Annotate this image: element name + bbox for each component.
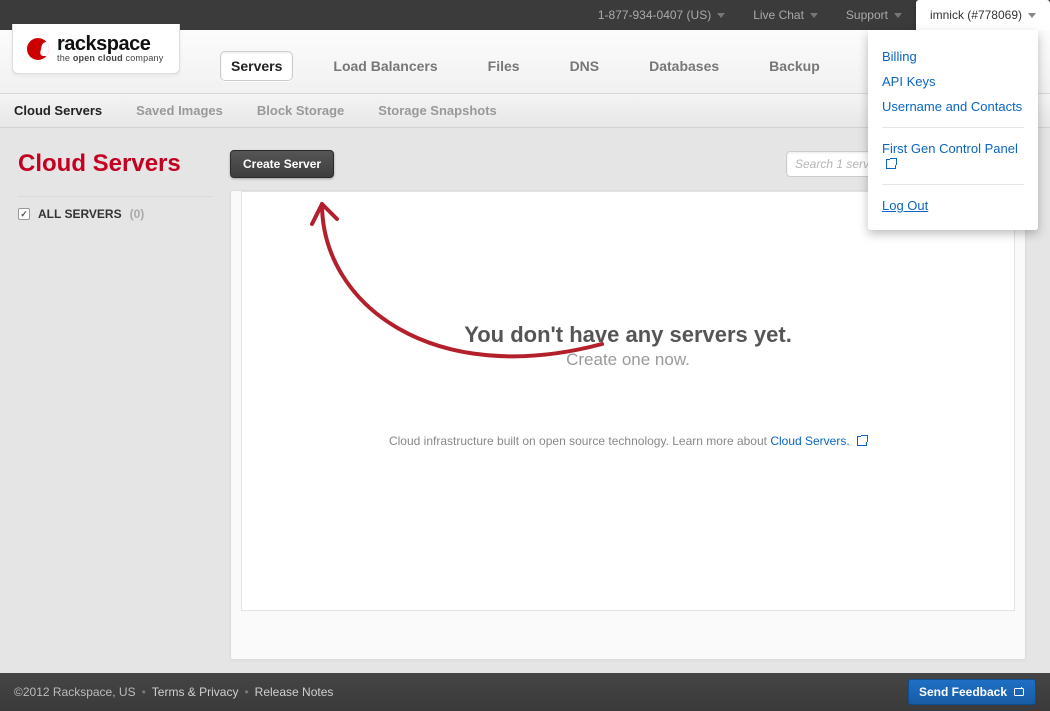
empty-subline: Create one now.: [242, 350, 1014, 370]
brand-tagline: the open cloud company: [57, 54, 163, 63]
user-text: imnick (#778069): [930, 8, 1022, 22]
external-link-icon: [886, 159, 896, 169]
footer-terms-link[interactable]: Terms & Privacy: [152, 685, 239, 699]
menu-item-log-out[interactable]: Log Out: [882, 193, 1024, 218]
subtab-storage-snapshots[interactable]: Storage Snapshots: [378, 103, 496, 118]
sidebar-section: ALL SERVERS (0): [18, 196, 212, 221]
tag-bold: open cloud: [73, 53, 123, 63]
footer-left: ©2012 Rackspace, US • Terms & Privacy • …: [14, 685, 333, 699]
tab-servers[interactable]: Servers: [220, 51, 293, 81]
first-gen-label: First Gen Control Panel: [882, 141, 1018, 156]
tag-prefix: the: [57, 53, 73, 63]
external-link-icon: [857, 436, 867, 446]
feedback-icon: [1013, 686, 1025, 698]
live-chat-text: Live Chat: [753, 8, 804, 22]
tab-files[interactable]: Files: [478, 52, 530, 80]
cloud-servers-link-label: Cloud Servers.: [770, 434, 849, 448]
topbar-user-menu-trigger[interactable]: imnick (#778069): [916, 0, 1050, 30]
tab-load-balancers[interactable]: Load Balancers: [323, 52, 447, 80]
subtab-block-storage[interactable]: Block Storage: [257, 103, 344, 118]
footer-release-notes-link[interactable]: Release Notes: [255, 685, 334, 699]
page-title: Cloud Servers: [18, 150, 212, 178]
checkmark-icon: [18, 208, 30, 220]
user-dropdown-menu: Billing API Keys Username and Contacts F…: [868, 30, 1038, 230]
brand-name: rackspace: [57, 34, 163, 54]
topbar-support[interactable]: Support: [832, 0, 916, 30]
all-servers-label: ALL SERVERS: [38, 207, 122, 221]
menu-item-first-gen[interactable]: First Gen Control Panel: [882, 136, 1024, 176]
menu-item-billing[interactable]: Billing: [882, 44, 1024, 69]
main-tabs: Servers Load Balancers Files DNS Databas…: [220, 51, 830, 93]
topbar-live-chat[interactable]: Live Chat: [739, 0, 832, 30]
logo-text: rackspace the open cloud company: [57, 34, 163, 63]
logo[interactable]: rackspace the open cloud company: [12, 24, 180, 74]
arrow-illustration: [282, 191, 622, 414]
empty-foot-text: Cloud infrastructure built on open sourc…: [389, 434, 770, 448]
menu-item-api-keys[interactable]: API Keys: [882, 69, 1024, 94]
create-server-button[interactable]: Create Server: [230, 150, 334, 178]
sidebar: Cloud Servers ALL SERVERS (0): [0, 128, 230, 673]
tag-suffix: company: [123, 53, 164, 63]
menu-separator: [882, 127, 1024, 128]
empty-state-canvas: You don't have any servers yet. Create o…: [241, 191, 1015, 611]
empty-headline: You don't have any servers yet.: [242, 322, 1014, 348]
chevron-down-icon: [717, 13, 725, 18]
tab-databases[interactable]: Databases: [639, 52, 729, 80]
subtab-cloud-servers[interactable]: Cloud Servers: [14, 103, 102, 118]
support-text: Support: [846, 8, 888, 22]
footer-copyright: ©2012 Rackspace, US: [14, 685, 136, 699]
bullet-icon: •: [142, 685, 146, 699]
sidebar-all-servers[interactable]: ALL SERVERS (0): [18, 207, 212, 221]
menu-separator: [882, 184, 1024, 185]
cloud-servers-link[interactable]: Cloud Servers.: [770, 434, 853, 448]
tab-dns[interactable]: DNS: [560, 52, 610, 80]
menu-item-username-contacts[interactable]: Username and Contacts: [882, 94, 1024, 119]
footer: ©2012 Rackspace, US • Terms & Privacy • …: [0, 673, 1050, 711]
rackspace-logo-icon: [27, 38, 49, 60]
topbar-phone[interactable]: 1-877-934-0407 (US): [584, 0, 739, 30]
empty-footer: Cloud infrastructure built on open sourc…: [242, 434, 1014, 448]
phone-text: 1-877-934-0407 (US): [598, 8, 711, 22]
send-feedback-label: Send Feedback: [919, 685, 1007, 699]
panel: You don't have any servers yet. Create o…: [230, 190, 1026, 660]
tab-backup[interactable]: Backup: [759, 52, 830, 80]
bullet-icon: •: [244, 685, 248, 699]
chevron-down-icon: [894, 13, 902, 18]
all-servers-count: (0): [130, 207, 145, 221]
chevron-down-icon: [810, 13, 818, 18]
subtab-saved-images[interactable]: Saved Images: [136, 103, 223, 118]
chevron-down-icon: [1028, 13, 1036, 18]
send-feedback-button[interactable]: Send Feedback: [908, 679, 1036, 705]
